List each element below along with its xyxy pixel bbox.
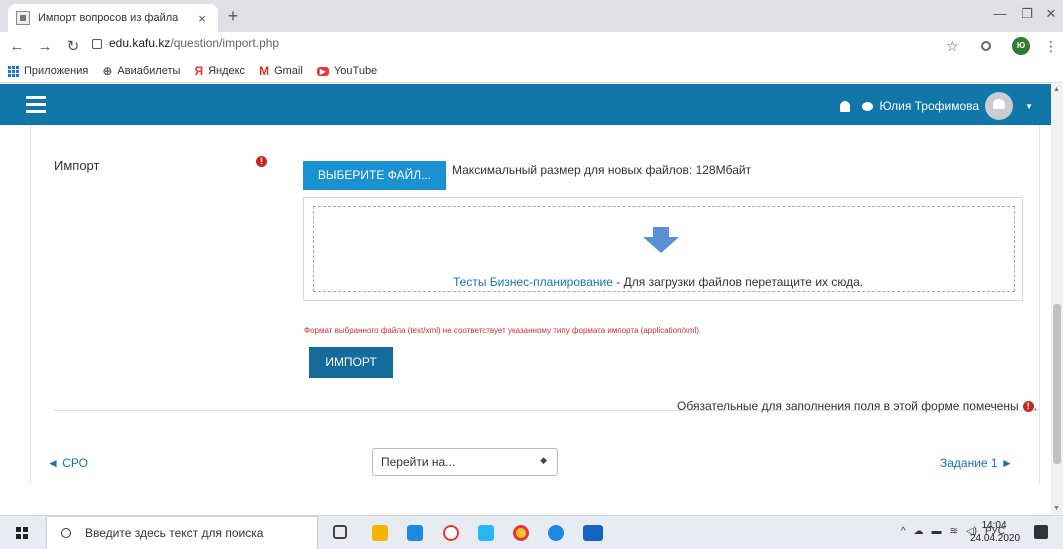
minimize-button[interactable]: — bbox=[985, 6, 1015, 21]
menu-toggle-icon[interactable] bbox=[26, 96, 46, 113]
address-bar: ← → ↻ edu.kafu.kz /question/import.php ☆… bbox=[0, 32, 1063, 60]
bookmark-gmail[interactable]: M Gmail bbox=[259, 64, 303, 78]
bookmark-star-icon[interactable]: ☆ bbox=[946, 36, 959, 56]
format-error-message: Формат выбранного файла (text/xml) не со… bbox=[304, 326, 702, 335]
scroll-down-icon[interactable]: ▼ bbox=[1053, 505, 1060, 512]
tab-close-icon[interactable]: × bbox=[194, 11, 210, 26]
url-host: edu.kafu.kz bbox=[109, 36, 171, 50]
chrome-icon[interactable] bbox=[513, 525, 529, 541]
scroll-up-icon[interactable]: ▲ bbox=[1053, 86, 1060, 93]
task-view-icon[interactable] bbox=[333, 525, 347, 539]
browser-tab[interactable]: Импорт вопросов из файла × bbox=[8, 4, 218, 32]
globe-icon: ⊕ bbox=[102, 64, 113, 78]
new-tab-button[interactable]: + bbox=[222, 6, 244, 28]
gmail-icon: M bbox=[259, 64, 270, 78]
search-icon bbox=[61, 528, 71, 538]
chat-icon[interactable] bbox=[861, 101, 873, 111]
import-label: Импорт bbox=[54, 158, 100, 173]
user-menu[interactable]: Юлия Трофимова ▼ bbox=[839, 92, 1033, 120]
bookmark-aviabilety[interactable]: ⊕ Авиабилеты bbox=[102, 64, 180, 78]
drop-instructions: Тесты Бизнес-планирование - Для загрузки… bbox=[453, 275, 863, 289]
user-avatar[interactable] bbox=[985, 92, 1014, 120]
max-size-text: Максимальный размер для новых файлов: 12… bbox=[452, 163, 752, 177]
battery-icon[interactable]: ▬ bbox=[932, 526, 942, 537]
bookmarks-bar: Приложения ⊕ Авиабилеты Я Яндекс M Gmail… bbox=[0, 60, 1063, 83]
page-favicon-icon bbox=[16, 11, 30, 25]
main-content: Импорт ! ВЫБЕРИТЕ ФАЙЛ... Максимальный р… bbox=[0, 125, 1051, 515]
url-path: /question/import.php bbox=[170, 36, 280, 50]
extension-icon[interactable] bbox=[981, 36, 991, 56]
user-name[interactable]: Юлия Трофимова bbox=[880, 99, 980, 113]
windows-taskbar: Введите здесь текст для поиска ^ ☁ ▬ ≋ ◁… bbox=[0, 515, 1063, 549]
page-scrollbar[interactable]: ▲ ▼ bbox=[1051, 84, 1063, 514]
form-card bbox=[30, 125, 1040, 485]
close-window-button[interactable]: ✕ bbox=[1036, 6, 1063, 22]
file-explorer-icon[interactable] bbox=[372, 525, 388, 541]
tab-title: Импорт вопросов из файла bbox=[38, 12, 179, 24]
choose-file-button[interactable]: ВЫБЕРИТЕ ФАЙЛ... bbox=[303, 161, 446, 190]
yandex-icon: Я bbox=[194, 64, 204, 78]
clock[interactable]: 14:04 24.04.2020 bbox=[970, 519, 1020, 545]
mail-icon[interactable] bbox=[407, 525, 423, 541]
prev-activity-link[interactable]: ◄ СРО bbox=[47, 456, 88, 470]
apps-grid-icon bbox=[8, 65, 19, 77]
bookmark-yandex[interactable]: Я Яндекс bbox=[194, 64, 245, 78]
browser-menu-icon[interactable]: ⋮ bbox=[1044, 36, 1058, 56]
screen: Импорт вопросов из файла × + — ❐ ✕ ← → ↻… bbox=[0, 0, 1063, 549]
bell-icon[interactable] bbox=[839, 100, 850, 112]
network-icon[interactable]: ☁ bbox=[914, 526, 924, 537]
scrollbar-thumb[interactable] bbox=[1053, 304, 1061, 464]
url-field[interactable]: edu.kafu.kz /question/import.php bbox=[92, 36, 279, 50]
bookmark-apps[interactable]: Приложения bbox=[8, 65, 88, 77]
lock-icon bbox=[92, 39, 102, 49]
required-fields-note: Обязательные для заполнения поля в этой … bbox=[677, 399, 1037, 413]
import-button[interactable]: ИМПОРТ bbox=[309, 347, 393, 378]
reload-icon[interactable]: ↻ bbox=[62, 37, 84, 55]
bookmark-youtube[interactable]: ▶ YouTube bbox=[316, 65, 377, 77]
taskbar-search-input[interactable]: Введите здесь текст для поиска bbox=[46, 516, 318, 549]
drop-hint: - Для загрузки файлов перетащите их сюда… bbox=[612, 275, 864, 289]
caret-down-icon[interactable]: ▼ bbox=[1025, 102, 1033, 111]
repository-link[interactable]: Тесты Бизнес-планирование bbox=[453, 275, 613, 289]
required-icon: ! bbox=[256, 156, 267, 167]
wifi-icon[interactable]: ≋ bbox=[950, 526, 958, 537]
required-icon: ! bbox=[1022, 400, 1034, 412]
youtube-icon: ▶ bbox=[316, 66, 329, 76]
site-navbar: Юлия Трофимова ▼ bbox=[0, 84, 1051, 125]
profile-avatar[interactable]: Ю bbox=[1012, 36, 1030, 56]
tray-expand-icon[interactable]: ^ bbox=[901, 526, 906, 537]
select-arrows-icon: ◆ bbox=[540, 455, 547, 465]
next-activity-link[interactable]: Задание 1 ► bbox=[940, 456, 1013, 470]
back-icon[interactable]: ← bbox=[6, 38, 28, 55]
browser-tab-bar: Импорт вопросов из файла × + — ❐ ✕ bbox=[0, 0, 1063, 32]
yandex-browser-icon[interactable] bbox=[443, 525, 459, 541]
app-icon[interactable] bbox=[478, 525, 494, 541]
edge-icon[interactable] bbox=[548, 525, 564, 541]
notifications-icon[interactable] bbox=[1034, 525, 1048, 539]
windows-start-icon[interactable] bbox=[16, 527, 28, 539]
jump-to-select[interactable]: Перейти на... ◆ bbox=[372, 448, 558, 476]
download-arrow-icon bbox=[643, 227, 679, 253]
word-icon[interactable] bbox=[583, 525, 603, 541]
forward-icon[interactable]: → bbox=[34, 38, 56, 55]
